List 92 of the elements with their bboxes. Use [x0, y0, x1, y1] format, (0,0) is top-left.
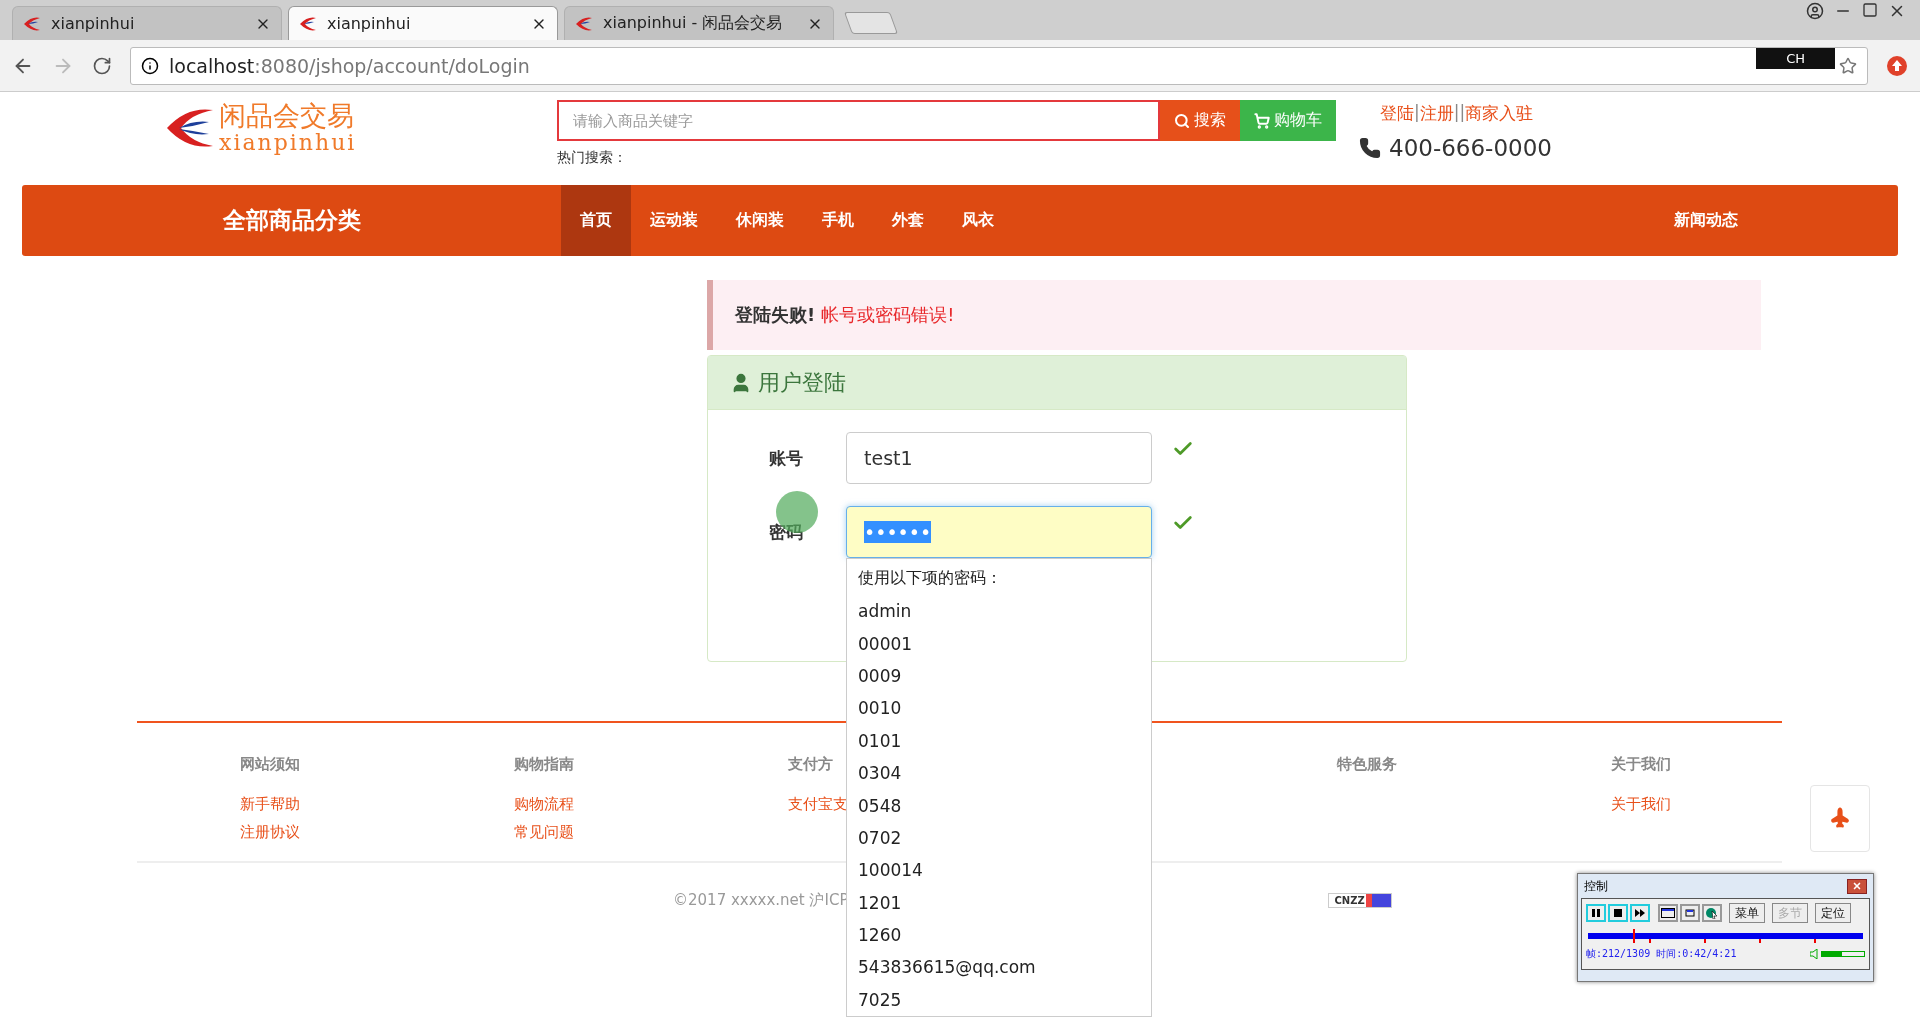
search-icon: [1174, 112, 1190, 129]
volume-slider[interactable]: [1821, 951, 1865, 957]
reload-icon[interactable]: [92, 55, 112, 76]
footer-link[interactable]: 购物流程: [514, 790, 575, 818]
dropdown-option[interactable]: 0009: [847, 659, 1151, 693]
window-icon: [1661, 908, 1675, 918]
forward-button[interactable]: [1630, 904, 1650, 922]
window-title: 控制: [1584, 877, 1608, 895]
dropdown-option[interactable]: 1201: [847, 886, 1151, 919]
extension-icon[interactable]: [1886, 54, 1908, 77]
input-field[interactable]: test1: [846, 432, 1152, 484]
url-text: localhost:8080/jshop/account/doLogin: [169, 54, 530, 77]
close-button[interactable]: [1847, 878, 1867, 894]
footer-link[interactable]: 常见问题: [514, 818, 575, 846]
nav-item[interactable]: 外套: [873, 185, 943, 256]
cursor-button[interactable]: [1702, 904, 1722, 922]
footer-heading: 特色服务: [1336, 755, 1397, 774]
user-icon[interactable]: [1806, 2, 1824, 20]
toolbar-button[interactable]: 菜单: [1729, 903, 1765, 923]
maximize-icon[interactable]: [1862, 2, 1878, 18]
close-icon: [1852, 881, 1862, 891]
dropdown-option[interactable]: 0010: [847, 692, 1151, 725]
alert-message: 帐号或密码错误!: [821, 303, 955, 327]
dropdown-option[interactable]: 7025: [847, 983, 1151, 1017]
nav-item[interactable]: 风衣: [943, 185, 1013, 256]
separator-text: |: [1414, 102, 1420, 124]
logo-name: 闲品会交易: [219, 102, 355, 129]
logo-icon: [23, 15, 41, 32]
nav-item[interactable]: 新闻动态: [1674, 185, 1898, 256]
logo-pinyin: xianpinhui: [219, 132, 357, 154]
footer-heading: 购物指南: [514, 755, 575, 774]
fullscreen-icon: [1684, 908, 1696, 918]
fullscreen-button[interactable]: [1680, 904, 1700, 922]
account-link[interactable]: 商家入驻: [1465, 102, 1534, 125]
dropdown-option[interactable]: 0702: [847, 821, 1151, 855]
account-link[interactable]: 注册: [1419, 102, 1454, 125]
footer-heading: 关于我们: [1610, 755, 1671, 774]
tab-title: xianpinhui: [51, 14, 136, 33]
tab-title: xianpinhui - 闲品会交易: [603, 13, 784, 34]
dropdown-option[interactable]: 0548: [847, 789, 1151, 822]
cart-icon: [1254, 112, 1270, 129]
nav-item[interactable]: 运动装: [631, 185, 717, 256]
back-to-top-button[interactable]: [1810, 785, 1870, 852]
language-indicator: CH: [1756, 48, 1835, 69]
stats-badge: CNZZ: [1328, 893, 1392, 908]
nav-item[interactable]: 首页: [561, 185, 631, 256]
nav-item[interactable]: 手机: [803, 185, 873, 256]
stop-button[interactable]: [1608, 904, 1628, 922]
pause-button[interactable]: [1586, 904, 1606, 922]
logo-icon: [299, 15, 317, 32]
dropdown-option[interactable]: 1260: [847, 918, 1151, 952]
dropdown-option[interactable]: admin: [847, 595, 1151, 628]
dropdown-option[interactable]: 543836615@qq.com: [847, 951, 1151, 984]
footer-link[interactable]: 关于我们: [1610, 790, 1671, 818]
footer-link[interactable]: 注册协议: [240, 818, 300, 846]
status-text: 帧:212/1309 时间:0:42/4:21: [1586, 947, 1737, 961]
stop-icon: [1614, 909, 1622, 917]
search-button[interactable]: 搜索: [1160, 100, 1240, 141]
category-title: 全部商品分类: [221, 206, 362, 235]
footer-heading: 网站须知: [240, 755, 300, 774]
phone-icon: [1359, 137, 1381, 159]
dropdown-option[interactable]: 0304: [847, 756, 1151, 790]
footer-link[interactable]: 支付宝支: [788, 790, 849, 818]
bookmark-icon[interactable]: [1839, 56, 1857, 75]
search-field[interactable]: 请输入商品关键字: [557, 100, 1160, 141]
dropdown-option[interactable]: 0101: [847, 724, 1151, 757]
hot-search-label: 热门搜索：: [557, 149, 628, 167]
browser-tab[interactable]: xianpinhui: [12, 6, 282, 40]
browser-tab[interactable]: xianpinhui: [288, 6, 558, 40]
cursor-icon: [1706, 907, 1718, 919]
footer-link[interactable]: 新手帮助: [240, 790, 300, 818]
browser-tab[interactable]: xianpinhui - 闲品会交易: [564, 6, 834, 40]
dropdown-option[interactable]: 100014: [847, 854, 1151, 887]
footer-heading: 支付方: [788, 755, 834, 774]
logo-icon: [575, 15, 593, 32]
info-icon: [141, 56, 159, 75]
tab-title: xianpinhui: [327, 14, 412, 33]
toolbar-button[interactable]: 定位: [1815, 903, 1851, 923]
pause-icon: [1592, 909, 1600, 917]
forward-icon: [1635, 909, 1645, 917]
field-label: 密码: [769, 520, 804, 544]
alert-title: 登陆失败!: [735, 303, 816, 327]
dropdown-heading: 使用以下项的密码：: [857, 566, 1003, 589]
panel-title: 用户登陆: [758, 368, 846, 397]
separator-text: ||: [1453, 102, 1466, 124]
phone-number: 400-666-0000: [1389, 135, 1552, 161]
account-link[interactable]: 登陆: [1380, 102, 1414, 125]
nav-item[interactable]: 休闲装: [717, 185, 803, 256]
window-button[interactable]: [1658, 904, 1678, 922]
speaker-icon: [1810, 949, 1818, 959]
dropdown-option[interactable]: 00001: [847, 627, 1151, 660]
field-label: 账号: [769, 446, 804, 470]
